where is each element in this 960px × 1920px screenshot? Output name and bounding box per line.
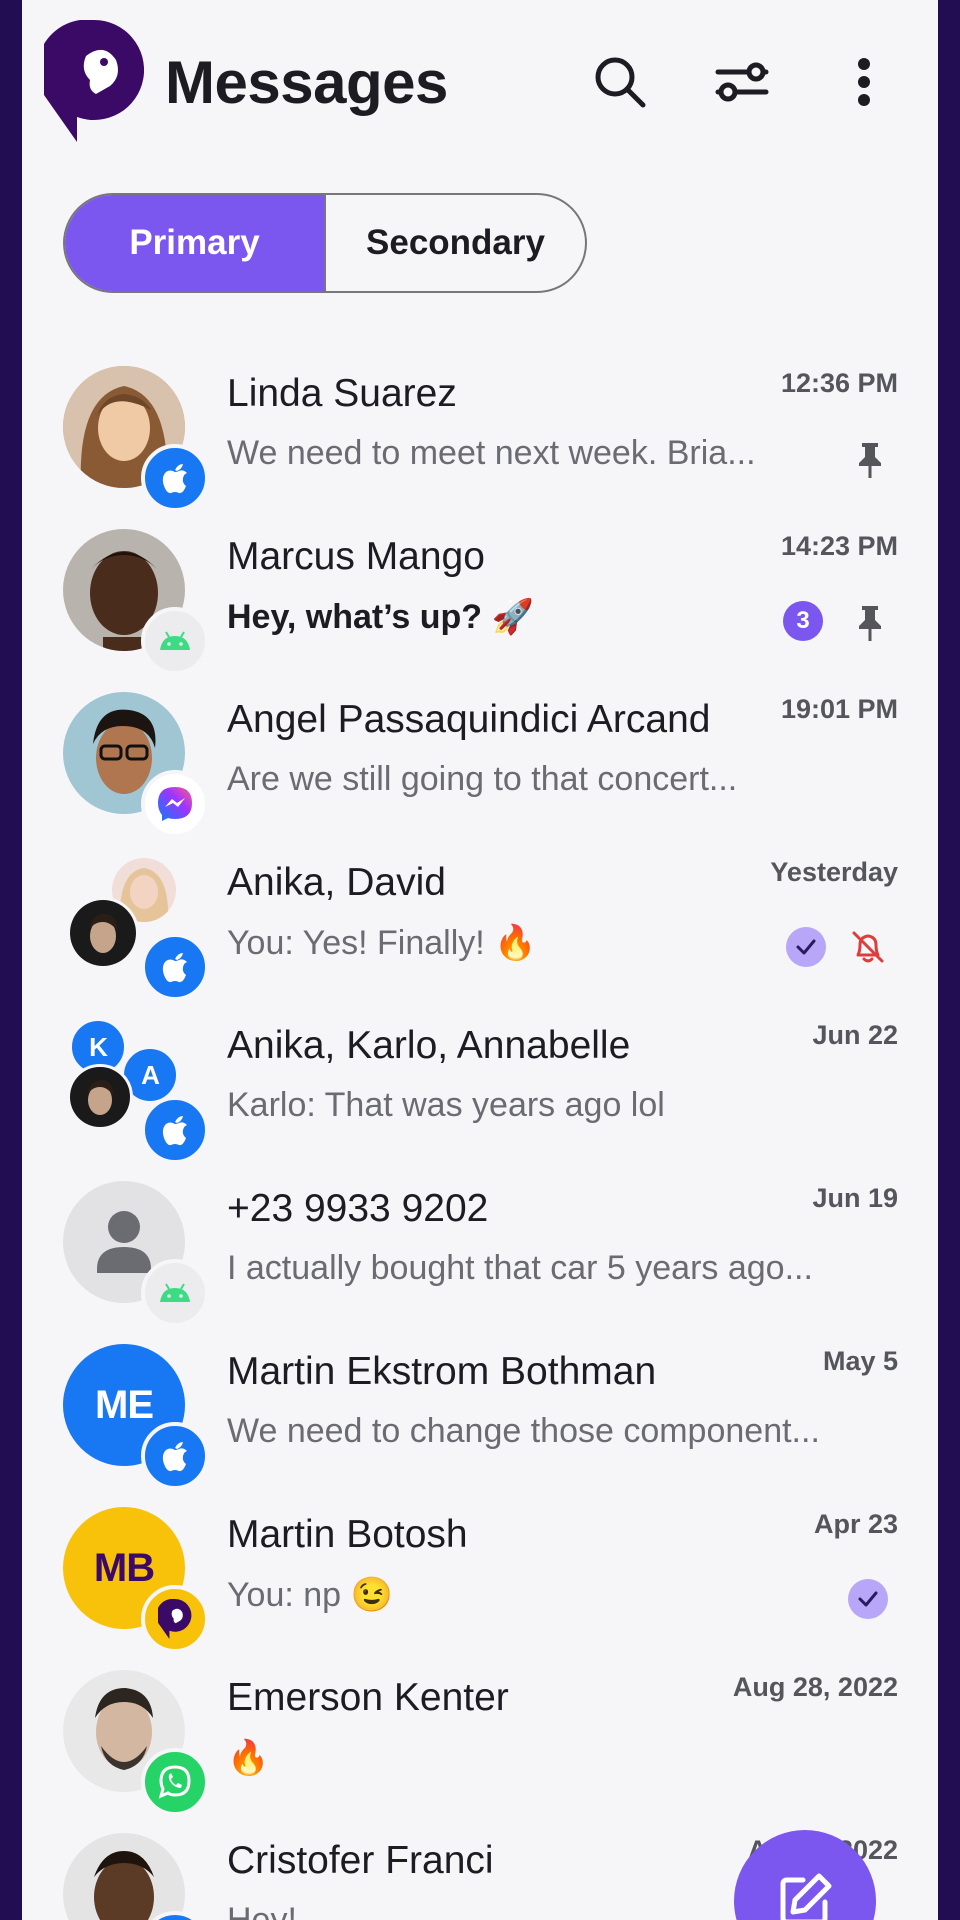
message-time: 12:36 PM [780, 368, 898, 398]
muted-bell-icon [852, 931, 884, 963]
avatar-photo [63, 1833, 185, 1920]
compose-icon [780, 1873, 832, 1920]
contact-name: +23 9933 9202 [227, 1187, 489, 1230]
message-time: Aug 28, 2022 [732, 1672, 898, 1702]
conversation-row[interactable]: Anika, David You: Yes! Finally! 🔥 Yester… [22, 845, 938, 1008]
apple-icon [162, 1442, 187, 1472]
contact-name: Martin Botosh [227, 1513, 468, 1556]
whatsapp-badge [141, 1748, 209, 1816]
app-header: Messages [22, 0, 938, 170]
avatar-photo [67, 897, 139, 969]
message-time: Apr 23 [813, 1509, 898, 1539]
apple-icon [162, 464, 187, 494]
more-options-button[interactable] [834, 52, 894, 112]
apple-badge [141, 1096, 209, 1164]
person-photo-icon [70, 900, 136, 966]
messenger-icon [158, 787, 192, 821]
android-icon [160, 631, 190, 650]
conversation-row[interactable]: K A Anika, Karlo, Annabelle Karlo: That … [22, 1008, 938, 1171]
message-preview: I actually bought that car 5 years ago..… [227, 1249, 813, 1287]
check-icon [858, 1591, 878, 1607]
contact-name: Linda Suarez [227, 372, 457, 415]
message-time: Jun 22 [812, 1020, 898, 1050]
check-icon [796, 939, 816, 955]
message-preview: We need to meet next week. Bria... [227, 434, 756, 472]
apple-icon [162, 953, 187, 983]
android-badge [141, 607, 209, 675]
app-logo-icon [158, 1599, 192, 1639]
app-logo-icon [44, 20, 144, 142]
group-avatar: K A [63, 1018, 209, 1164]
pin-icon [859, 606, 881, 641]
tab-primary[interactable]: Primary [65, 195, 324, 291]
filter-icon [715, 62, 769, 102]
conversation-row[interactable]: ME Martin Ekstrom Bothman We need to cha… [22, 1334, 938, 1497]
person-photo-icon [63, 1833, 185, 1920]
message-preview: 🔥 [227, 1739, 270, 1777]
message-preview: You: np 😉 [227, 1576, 393, 1614]
conversation-row[interactable]: Angel Passaquindici Arcand Are we still … [22, 682, 938, 845]
messenger-badge [141, 770, 209, 838]
message-preview: Are we still going to that concert... [227, 760, 738, 798]
message-time: 19:01 PM [780, 694, 898, 724]
conversation-row[interactable]: Emerson Kenter 🔥 Aug 28, 2022 [22, 1660, 938, 1823]
message-time: Jun 19 [812, 1183, 898, 1213]
message-time: May 5 [822, 1346, 898, 1376]
android-icon [160, 1283, 190, 1302]
avatar [63, 1670, 209, 1816]
avatar [63, 1833, 209, 1920]
filter-button[interactable] [712, 52, 772, 112]
read-receipt-badge [848, 1579, 888, 1619]
contact-name: Anika, David [227, 861, 446, 904]
conversation-row[interactable]: MB Martin Botosh You: np 😉 Apr 23 [22, 1497, 938, 1660]
contact-name: Angel Passaquindici Arcand [227, 698, 711, 741]
message-time: 14:23 PM [780, 531, 898, 561]
contact-name: Martin Ekstrom Bothman [227, 1350, 657, 1393]
app-badge [141, 1585, 209, 1653]
apple-icon [162, 1116, 187, 1146]
conversation-row[interactable]: Linda Suarez We need to meet next week. … [22, 356, 938, 519]
conversation-row[interactable]: Marcus Mango Hey, what’s up? 🚀 14:23 PM … [22, 519, 938, 682]
group-avatar [63, 855, 209, 1001]
contact-name: Cristofer Franci [227, 1839, 494, 1882]
avatar [63, 692, 209, 838]
android-badge [141, 1259, 209, 1327]
message-time: Yesterday [770, 857, 898, 887]
search-icon [595, 57, 646, 108]
avatar [63, 1181, 209, 1327]
person-photo-icon [70, 1067, 130, 1127]
avatar: ME [63, 1344, 209, 1490]
apple-badge [141, 933, 209, 1001]
message-preview: Hey! [227, 1901, 297, 1920]
read-receipt-badge [786, 927, 826, 967]
search-button[interactable] [590, 52, 650, 112]
unread-count-badge: 3 [783, 601, 823, 641]
apple-badge [141, 1422, 209, 1490]
more-vertical-icon [858, 58, 870, 106]
message-preview: You: Yes! Finally! 🔥 [227, 924, 537, 962]
avatar [63, 529, 209, 675]
message-preview: Karlo: That was years ago lol [227, 1086, 665, 1124]
contact-name: Marcus Mango [227, 535, 485, 578]
messages-screen: Messages Primary Secondary Linda Suarez … [22, 0, 938, 1920]
message-preview: Hey, what’s up? 🚀 [227, 598, 534, 636]
page-title: Messages [165, 49, 448, 116]
whatsapp-icon [158, 1765, 191, 1799]
tab-switcher: Primary Secondary [63, 193, 587, 293]
avatar [63, 366, 209, 512]
conversation-row[interactable]: +23 9933 9202 I actually bought that car… [22, 1171, 938, 1334]
pin-icon [859, 443, 881, 478]
avatar: MB [63, 1507, 209, 1653]
contact-name: Emerson Kenter [227, 1676, 509, 1719]
message-preview: We need to change those component... [227, 1412, 820, 1450]
apple-badge [141, 444, 209, 512]
tab-secondary[interactable]: Secondary [324, 195, 585, 291]
contact-name: Anika, Karlo, Annabelle [227, 1024, 631, 1067]
avatar-photo [67, 1064, 133, 1130]
